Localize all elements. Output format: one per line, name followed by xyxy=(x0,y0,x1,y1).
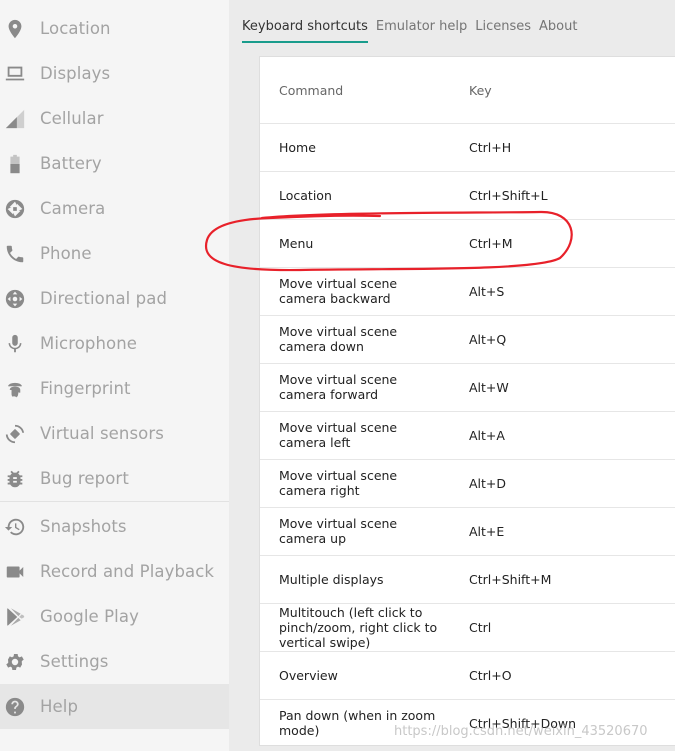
key-cell: Alt+D xyxy=(469,476,507,491)
help-icon xyxy=(4,696,26,718)
sidebar-item-snapshots[interactable]: Snapshots xyxy=(0,504,229,549)
sidebar-item-location[interactable]: Location xyxy=(0,6,229,51)
command-cell: Move virtual scene camera left xyxy=(279,420,398,450)
table-row: Location Ctrl+Shift+L xyxy=(260,172,675,220)
tab-keyboard-shortcuts[interactable]: Keyboard shortcuts xyxy=(242,0,368,44)
videocam-icon xyxy=(4,561,26,583)
table-row: Move virtual scene camera right Alt+D xyxy=(260,460,675,508)
sidebar-item-label: Phone xyxy=(40,244,92,263)
sidebar-item-virtual-sensors[interactable]: Virtual sensors xyxy=(0,411,229,456)
table-row: Menu Ctrl+M xyxy=(260,220,675,268)
command-cell: Multitouch (left click to pinch/zoom, ri… xyxy=(279,605,438,650)
sidebar-item-cellular[interactable]: Cellular xyxy=(0,96,229,141)
table-row: Move virtual scene camera forward Alt+W xyxy=(260,364,675,412)
sidebar-item-label: Record and Playback xyxy=(40,562,215,581)
sidebar-item-phone[interactable]: Phone xyxy=(0,231,229,276)
sidebar-item-directional-pad[interactable]: Directional pad xyxy=(0,276,229,321)
sidebar-item-fingerprint[interactable]: Fingerprint xyxy=(0,366,229,411)
monitor-icon xyxy=(4,63,26,85)
sidebar-item-settings[interactable]: Settings xyxy=(0,639,229,684)
microphone-icon xyxy=(4,333,26,355)
table-row: Multitouch (left click to pinch/zoom, ri… xyxy=(260,604,675,652)
sidebar-item-label: Fingerprint xyxy=(40,379,131,398)
key-cell: Alt+A xyxy=(469,428,505,443)
sidebar-item-label: Google Play xyxy=(40,607,139,626)
shortcuts-table: Command Key Home Ctrl+H Location Ctrl+Sh… xyxy=(259,56,675,746)
command-cell: Move virtual scene camera down xyxy=(279,324,398,354)
sidebar-item-label: Bug report xyxy=(40,469,129,488)
tab-emulator-help[interactable]: Emulator help xyxy=(376,0,467,44)
sidebar-item-label: Displays xyxy=(40,64,111,83)
table-row: Move virtual scene camera left Alt+A xyxy=(260,412,675,460)
camera-aperture-icon xyxy=(4,198,26,220)
sidebar-item-label: Camera xyxy=(40,199,106,218)
sidebar-item-label: Location xyxy=(40,19,111,38)
table-row: Move virtual scene camera down Alt+Q xyxy=(260,316,675,364)
key-cell: Alt+W xyxy=(469,380,509,395)
command-cell: Overview xyxy=(279,668,338,683)
battery-icon xyxy=(4,153,26,175)
help-tabs: Keyboard shortcuts Emulator help License… xyxy=(242,0,585,44)
table-row: Overview Ctrl+O xyxy=(260,652,675,700)
command-cell: Move virtual scene camera backward xyxy=(279,276,398,306)
key-cell: Alt+E xyxy=(469,524,505,539)
sidebar-item-label: Battery xyxy=(40,154,102,173)
cellular-signal-icon xyxy=(4,108,26,130)
sidebar-item-help[interactable]: Help xyxy=(0,684,229,729)
command-cell: Location xyxy=(279,188,332,203)
tab-licenses[interactable]: Licenses xyxy=(475,0,531,44)
key-cell: Ctrl+Shift+M xyxy=(469,572,552,587)
watermark: https://blog.csdn.net/weixin_43520670 xyxy=(394,724,648,739)
history-icon xyxy=(4,516,26,538)
sidebar-item-label: Snapshots xyxy=(40,517,127,536)
table-header: Command Key xyxy=(260,57,675,124)
sidebar-item-camera[interactable]: Camera xyxy=(0,186,229,231)
dpad-icon xyxy=(4,288,26,310)
table-row: Pan down (when in zoom mode) Ctrl+Shift+… xyxy=(260,700,675,745)
sidebar-item-displays[interactable]: Displays xyxy=(0,51,229,96)
command-cell: Move virtual scene camera up xyxy=(279,516,398,546)
command-cell: Multiple displays xyxy=(279,572,384,587)
key-cell: Ctrl+Shift+L xyxy=(469,188,548,203)
sidebar-item-label: Settings xyxy=(40,652,109,671)
play-store-icon xyxy=(4,606,26,628)
key-cell: Alt+Q xyxy=(469,332,507,347)
column-header-command: Command xyxy=(279,83,344,98)
sidebar-item-label: Cellular xyxy=(40,109,104,128)
command-cell: Home xyxy=(279,140,316,155)
table-row: Move virtual scene camera backward Alt+S xyxy=(260,268,675,316)
key-cell: Ctrl+H xyxy=(469,140,512,155)
tab-about[interactable]: About xyxy=(539,0,577,44)
sidebar-item-label: Directional pad xyxy=(40,289,168,308)
sidebar-item-google-play[interactable]: Google Play xyxy=(0,594,229,639)
key-cell: Ctrl+O xyxy=(469,668,512,683)
sidebar-item-label: Virtual sensors xyxy=(40,424,164,443)
key-cell: Alt+S xyxy=(469,284,505,299)
location-pin-icon xyxy=(4,18,26,40)
key-cell: Ctrl+M xyxy=(469,236,513,251)
rotation-icon xyxy=(4,423,26,445)
table-row: Move virtual scene camera up Alt+E xyxy=(260,508,675,556)
sidebar-item-label: Microphone xyxy=(40,334,138,353)
key-cell: Ctrl xyxy=(469,620,492,635)
command-cell: Menu xyxy=(279,236,314,251)
table-row: Home Ctrl+H xyxy=(260,124,675,172)
command-cell: Move virtual scene camera forward xyxy=(279,372,398,402)
sidebar-item-label: Help xyxy=(40,697,79,716)
fingerprint-icon xyxy=(4,378,26,400)
sidebar-item-battery[interactable]: Battery xyxy=(0,141,229,186)
command-cell: Move virtual scene camera right xyxy=(279,468,398,498)
phone-icon xyxy=(4,243,26,265)
column-header-key: Key xyxy=(469,83,492,98)
gear-icon xyxy=(4,651,26,673)
sidebar-divider xyxy=(0,501,229,502)
sidebar-item-microphone[interactable]: Microphone xyxy=(0,321,229,366)
bug-icon xyxy=(4,468,26,490)
sidebar-item-bug-report[interactable]: Bug report xyxy=(0,456,229,501)
table-row: Multiple displays Ctrl+Shift+M xyxy=(260,556,675,604)
sidebar-item-record-and-playback[interactable]: Record and Playback xyxy=(0,549,229,594)
sidebar: Location Displays Cellular Battery Camer… xyxy=(0,0,229,751)
